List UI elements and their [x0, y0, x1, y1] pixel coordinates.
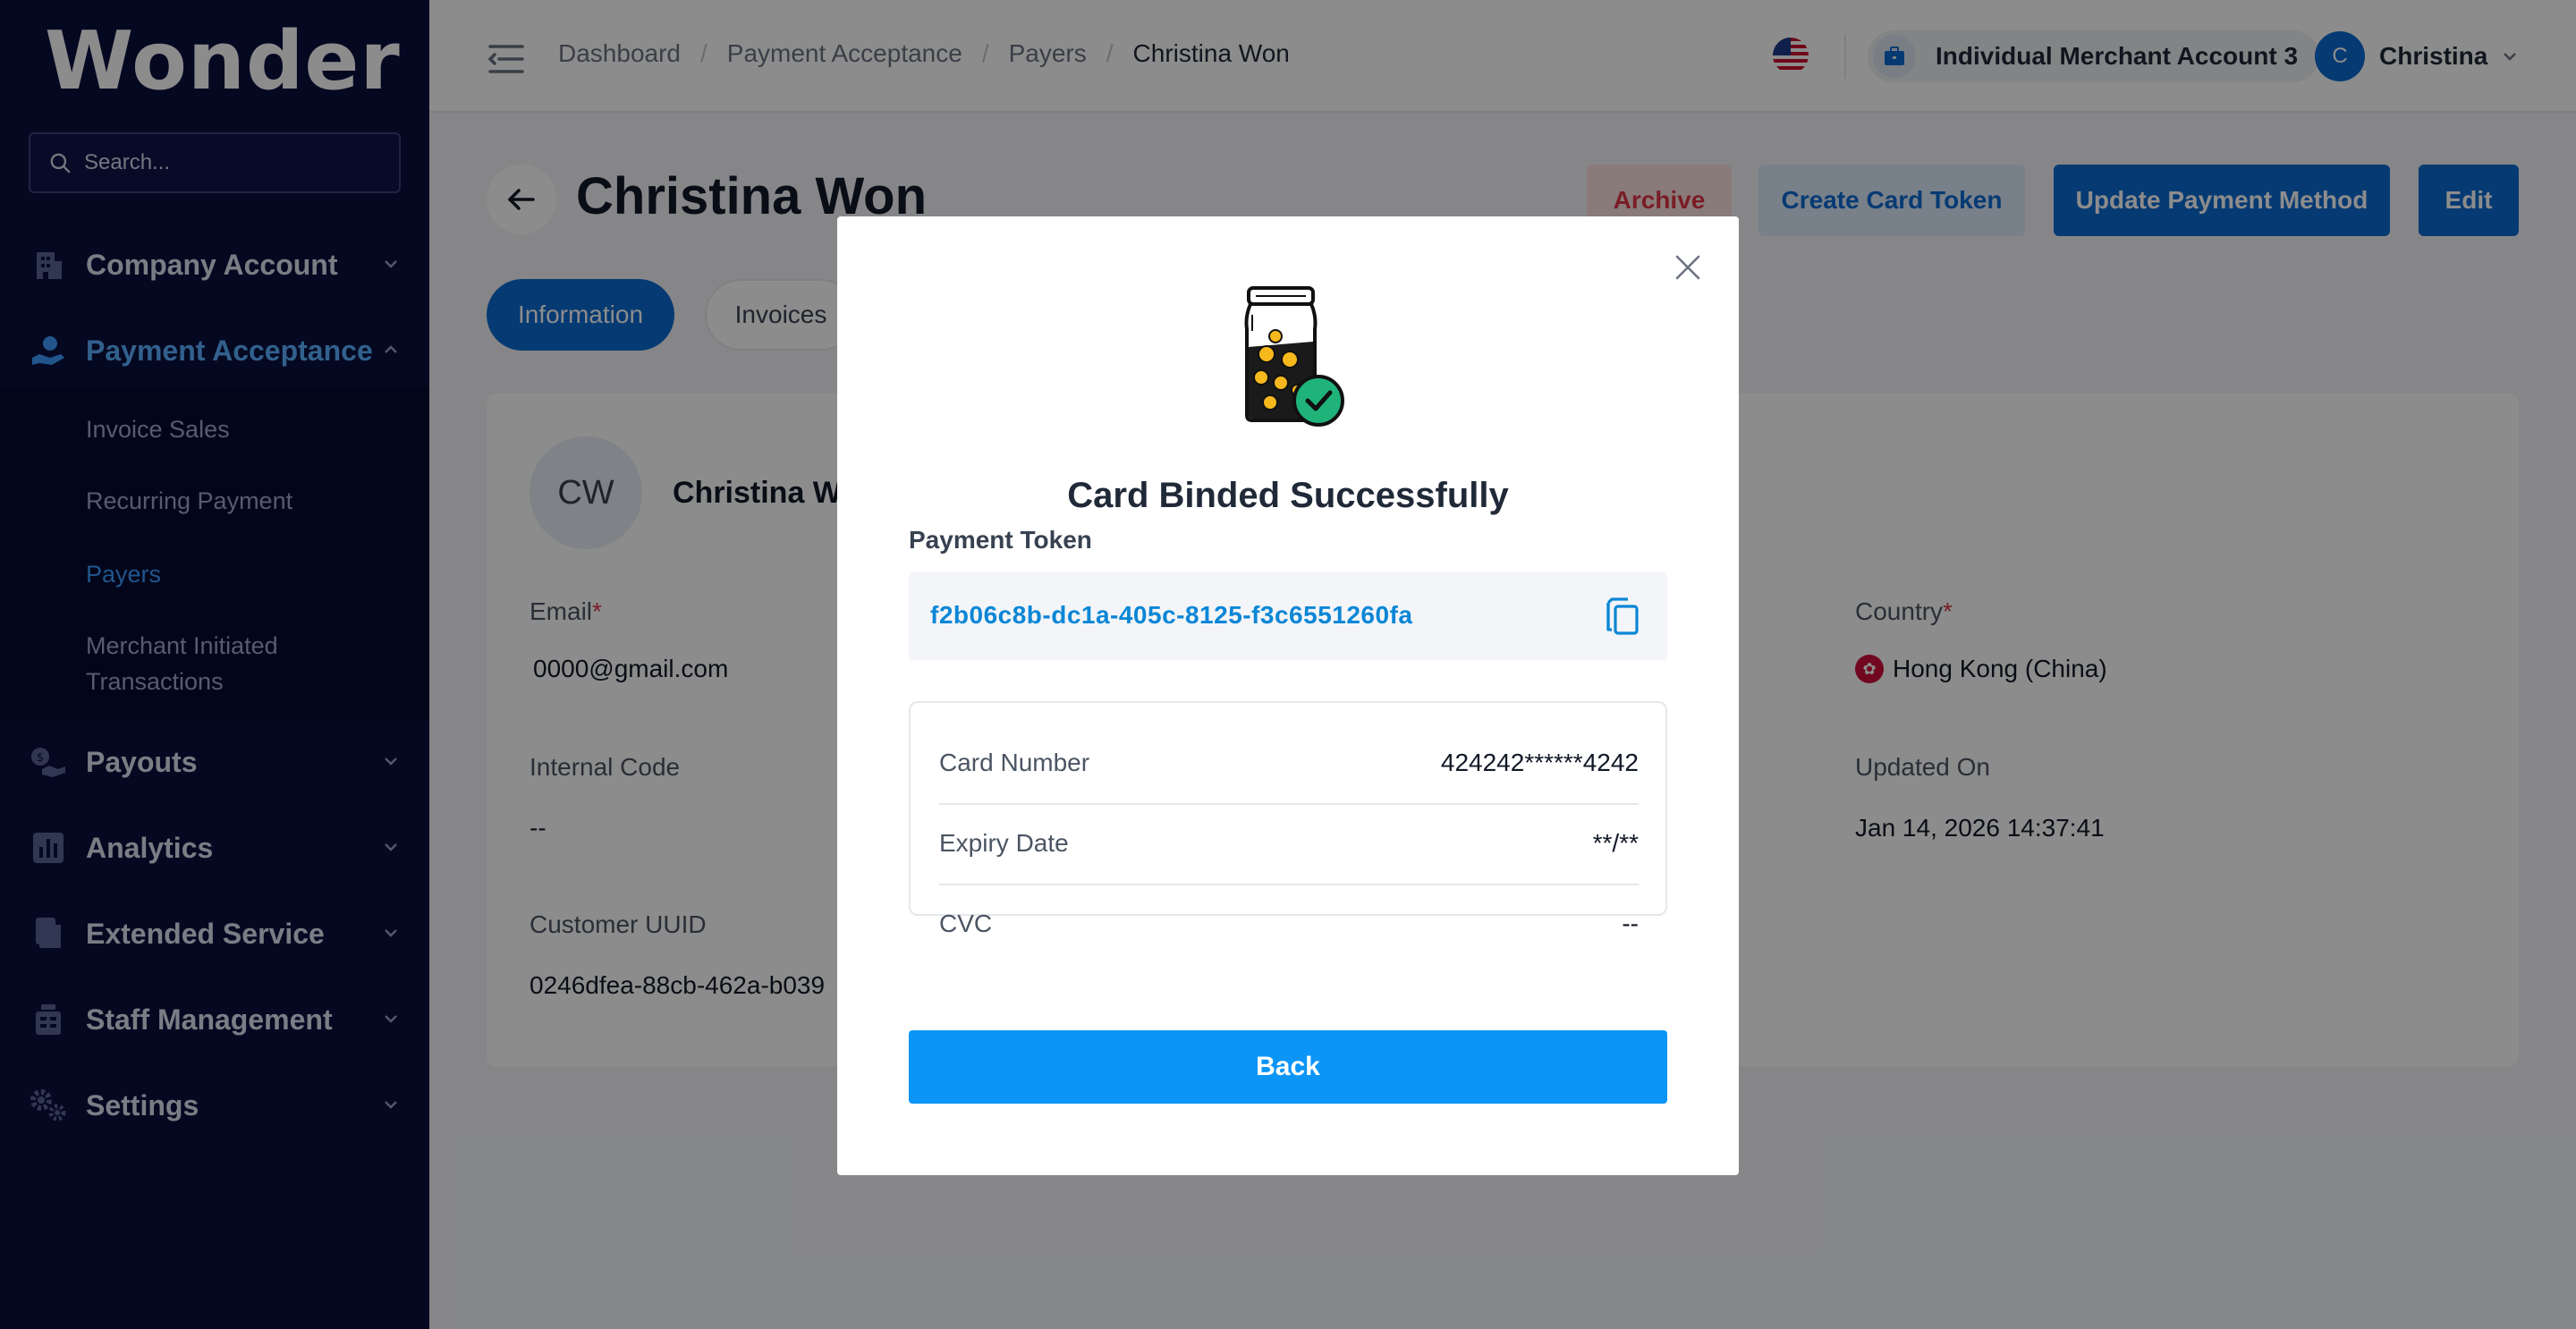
- payment-token-value: f2b06c8b-dc1a-405c-8125-f3c6551260fa: [930, 601, 1413, 629]
- modal-title: Card Binded Successfully: [1067, 476, 1509, 515]
- copy-icon[interactable]: [1603, 596, 1642, 637]
- payment-token-box: f2b06c8b-dc1a-405c-8125-f3c6551260fa: [909, 572, 1667, 660]
- back-button[interactable]: Back: [909, 1030, 1667, 1104]
- coin-jar-success-icon: [1244, 286, 1344, 427]
- card-binded-modal: Card Binded Successfully Payment Token f…: [837, 216, 1739, 1175]
- card-details-box: Card Number 424242******4242 Expiry Date…: [909, 701, 1667, 937]
- card-number-row: Card Number 424242******4242: [939, 723, 1639, 803]
- card-number-label: Card Number: [939, 749, 1090, 776]
- cvc-row: CVC --: [939, 884, 1639, 964]
- card-number-value: 424242******4242: [1440, 749, 1639, 776]
- close-icon[interactable]: [1673, 252, 1703, 283]
- cvc-value: --: [1622, 910, 1639, 937]
- expiry-date-label: Expiry Date: [939, 829, 1069, 857]
- cvc-label: CVC: [939, 910, 993, 937]
- expiry-date-value: **/**: [1592, 829, 1639, 857]
- expiry-date-row: Expiry Date **/**: [939, 803, 1639, 884]
- payment-token-label: Payment Token: [909, 526, 1092, 554]
